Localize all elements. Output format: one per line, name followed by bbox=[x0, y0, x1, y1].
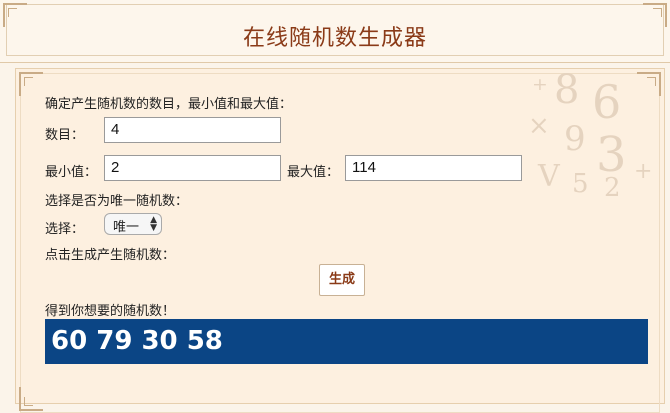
header: 在线随机数生成器 bbox=[0, 0, 670, 63]
unique-select-value: 唯一 bbox=[113, 220, 140, 235]
generate-button[interactable]: 生成 bbox=[319, 264, 365, 296]
corner-ornament-icon bbox=[19, 387, 43, 411]
unique-select[interactable]: 唯一 ▲ ▼ bbox=[104, 213, 162, 235]
min-label: 最小值： bbox=[45, 165, 98, 180]
decorative-numbers-icon: ⁺ 8 6 × 9 3 V 5 2 + bbox=[528, 69, 653, 203]
intro-text: 确定产生随机数的数目，最小值和最大值： bbox=[45, 97, 293, 112]
select-arrows-icon: ▲ ▼ bbox=[150, 215, 157, 233]
choice-label: 选择： bbox=[45, 222, 85, 237]
result-output: 60 79 30 58 bbox=[45, 319, 648, 364]
max-input[interactable]: 114 bbox=[345, 155, 522, 181]
result-label: 得到你想要的随机数！ bbox=[45, 304, 176, 319]
count-label: 数目： bbox=[45, 128, 85, 143]
generate-prompt: 点击生成产生随机数： bbox=[45, 248, 176, 263]
min-input[interactable]: 2 bbox=[104, 155, 281, 181]
unique-prompt: 选择是否为唯一随机数： bbox=[45, 194, 189, 209]
page-title: 在线随机数生成器 bbox=[242, 26, 427, 51]
max-label: 最大值： bbox=[287, 165, 340, 180]
corner-ornament-icon bbox=[19, 72, 43, 96]
count-input[interactable]: 4 bbox=[104, 117, 281, 143]
